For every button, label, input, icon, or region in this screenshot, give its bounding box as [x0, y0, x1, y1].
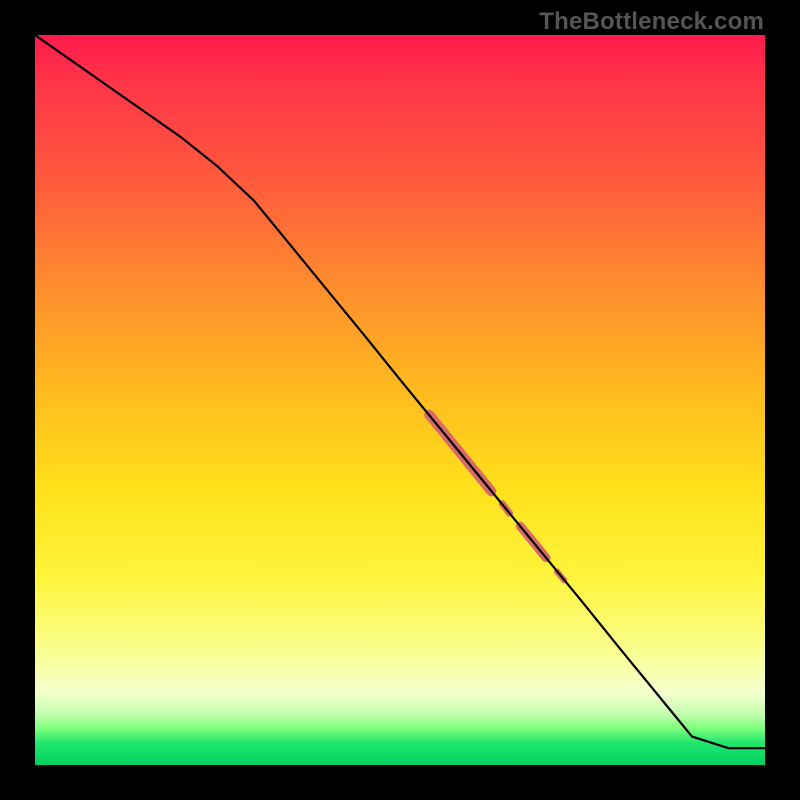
plot-gradient-background [35, 35, 765, 765]
chart-frame: { "watermark": "TheBottleneck.com", "col… [0, 0, 800, 800]
watermark-text: TheBottleneck.com [539, 8, 764, 36]
